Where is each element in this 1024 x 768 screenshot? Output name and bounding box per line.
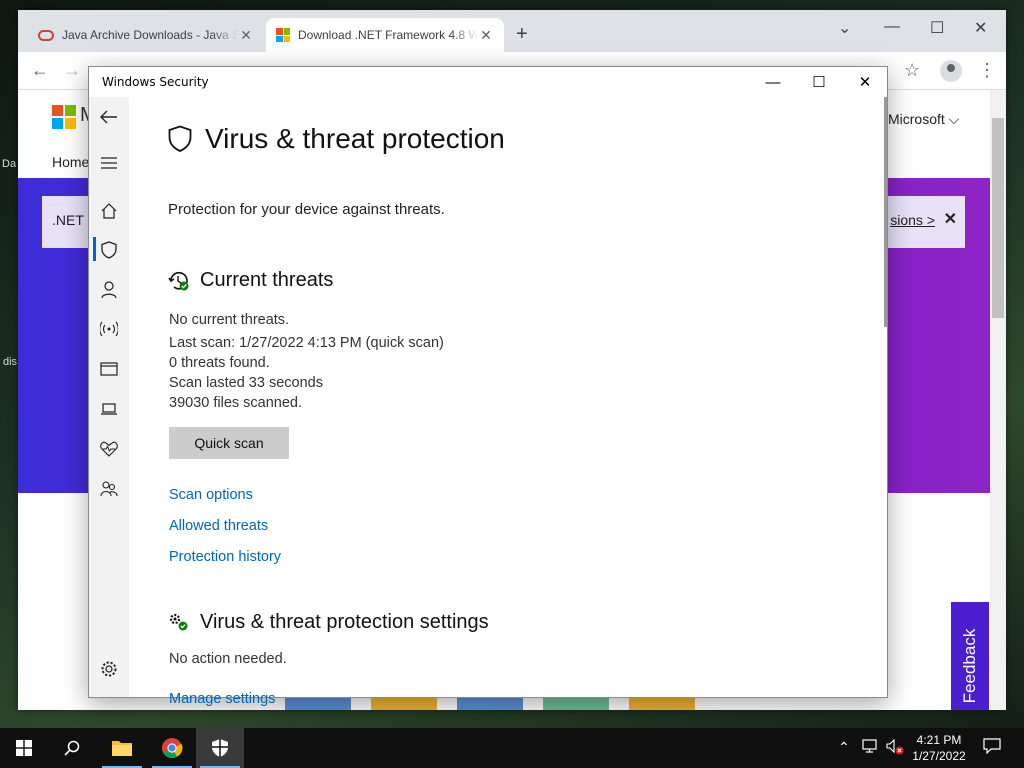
shield-icon (212, 739, 228, 757)
threats-found-text: 0 threats found. (169, 355, 270, 371)
close-icon[interactable]: ✕ (974, 18, 987, 38)
nav-home-link[interactable]: Home (52, 154, 89, 170)
page-header: Virus & threat protection (168, 123, 505, 155)
allowed-threats-link[interactable]: Allowed threats (169, 518, 268, 534)
chrome-icon (162, 738, 183, 759)
scan-duration-text: Scan lasted 33 seconds (169, 375, 323, 391)
banner-close-icon[interactable]: ✕ (944, 209, 957, 229)
close-tab-icon[interactable]: ✕ (238, 27, 254, 44)
new-tab-button[interactable]: + (516, 24, 528, 44)
start-button[interactable] (0, 728, 48, 768)
account-icon[interactable] (99, 280, 119, 300)
last-scan-text: Last scan: 1/27/2022 4:13 PM (quick scan… (169, 335, 444, 351)
clock-time: 4:21 PM (916, 733, 962, 747)
app-browser-icon[interactable] (99, 359, 119, 379)
protection-settings-header: Virus & threat protection settings (168, 611, 489, 634)
manage-settings-link[interactable]: Manage settings (169, 691, 275, 707)
more-menu-icon[interactable]: ⋮ (978, 61, 996, 79)
family-icon[interactable] (99, 479, 119, 499)
history-check-icon (168, 271, 189, 290)
taskbar-file-explorer[interactable] (98, 728, 146, 768)
profile-avatar-icon[interactable] (940, 60, 962, 82)
section-title: Current threats (200, 269, 334, 291)
tab-dotnet-download[interactable]: Download .NET Framework 4.8 Web ✕ (266, 18, 504, 52)
all-microsoft-menu[interactable]: Microsoft ⌵ (888, 111, 959, 128)
banner-link[interactable]: sions > (890, 212, 935, 228)
show-hidden-icons-icon[interactable]: ⌃ (838, 738, 850, 756)
minimize-icon[interactable]: — (884, 18, 900, 36)
home-icon[interactable] (99, 201, 119, 221)
maximize-icon[interactable]: ☐ (796, 71, 842, 95)
page-title: Virus & threat protection (205, 123, 505, 154)
protection-history-link[interactable]: Protection history (169, 549, 281, 565)
hamburger-icon[interactable] (99, 153, 119, 173)
tile (629, 698, 695, 710)
current-threats-header: Current threats (168, 269, 333, 292)
content-area: Virus & threat protection Protection for… (168, 97, 868, 707)
page-scrollbar-thumb[interactable] (992, 118, 1004, 318)
settings-icon[interactable] (99, 659, 119, 679)
clock-date: 1/27/2022 (912, 749, 966, 763)
scan-options-link[interactable]: Scan options (169, 487, 253, 503)
back-icon[interactable] (99, 107, 119, 127)
search-icon (64, 740, 80, 756)
window-titlebar[interactable]: Windows Security — ☐ ✕ (89, 67, 887, 97)
system-clock[interactable]: 4:21 PM 1/27/2022 (906, 732, 972, 764)
tab-title: Download .NET Framework 4.8 Web (298, 28, 478, 42)
desktop-text-fragment: dis (3, 356, 18, 368)
tile (285, 698, 351, 710)
firewall-icon[interactable] (99, 319, 119, 339)
banner-text: .NET ( (52, 212, 93, 228)
tile (371, 698, 437, 710)
tab-title: Java Archive Downloads - Java SE (62, 28, 238, 42)
volume-muted-icon[interactable] (885, 738, 905, 760)
health-icon[interactable] (99, 439, 119, 459)
tab-search-icon[interactable]: ⌄ (838, 18, 851, 38)
settings-check-icon (169, 613, 188, 630)
taskbar-chrome[interactable] (148, 728, 196, 768)
active-indicator (93, 237, 96, 261)
windows-logo-icon (16, 740, 32, 756)
oracle-icon (38, 29, 54, 41)
section-title: Virus & threat protection settings (200, 611, 489, 633)
forward-icon[interactable]: → (63, 61, 81, 79)
action-center-icon[interactable] (983, 738, 1001, 758)
maximize-icon[interactable]: ☐ (930, 18, 944, 38)
minimize-icon[interactable]: — (750, 71, 796, 95)
shield-icon[interactable] (99, 240, 119, 260)
taskbar-windows-security[interactable] (196, 728, 244, 768)
desktop-text-fragment: Da (2, 158, 17, 170)
settings-status-text: No action needed. (169, 651, 287, 667)
network-icon[interactable] (862, 738, 880, 758)
content-scrollbar[interactable] (884, 97, 887, 327)
device-security-icon[interactable] (99, 399, 119, 419)
shield-icon (168, 125, 192, 152)
bookmark-star-icon[interactable]: ☆ (904, 61, 920, 79)
windows-security-window: Windows Security — ☐ ✕ Virus & threat pr… (88, 66, 888, 707)
microsoft-logo-icon[interactable] (52, 105, 76, 129)
search-button[interactable] (48, 728, 96, 768)
window-title: Windows Security (102, 75, 209, 89)
navigation-rail (89, 97, 129, 697)
feedback-label: Feedback (960, 628, 979, 703)
files-scanned-text: 39030 files scanned. (169, 395, 303, 411)
feedback-button[interactable]: Feedback (951, 602, 989, 710)
microsoft-icon (276, 28, 290, 42)
quick-scan-button[interactable]: Quick scan (169, 427, 289, 459)
close-tab-icon[interactable]: ✕ (478, 27, 494, 44)
taskbar: ⌃ 4:21 PM 1/27/2022 (0, 728, 1024, 768)
page-subtitle: Protection for your device against threa… (168, 201, 445, 218)
tile (543, 698, 609, 710)
tab-java-archive[interactable]: Java Archive Downloads - Java SE ✕ (28, 18, 264, 52)
back-icon[interactable]: ← (31, 61, 49, 79)
threat-status-text: No current threats. (169, 312, 290, 328)
tab-strip: Java Archive Downloads - Java SE ✕ Downl… (18, 10, 1006, 52)
tile (457, 698, 523, 710)
close-icon[interactable]: ✕ (842, 71, 888, 95)
folder-icon (112, 741, 132, 756)
